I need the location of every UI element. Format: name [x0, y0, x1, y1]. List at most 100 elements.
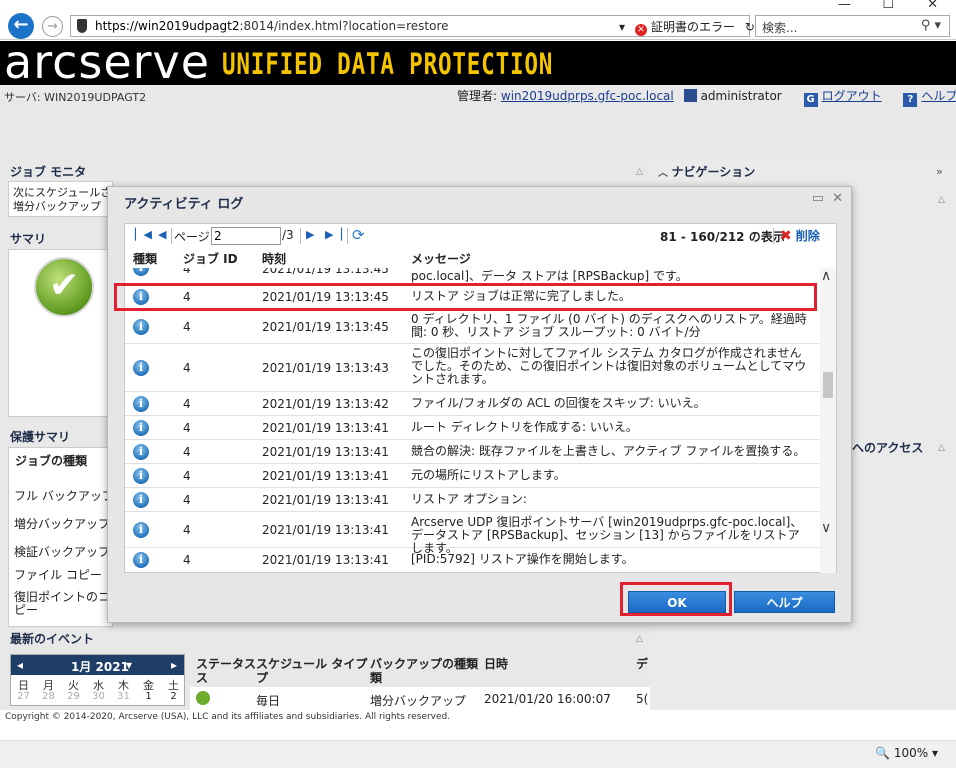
info-icon: i	[133, 444, 149, 460]
help-link[interactable]: ヘルプ	[921, 89, 956, 103]
next-month-button[interactable]: ▸	[171, 658, 177, 672]
info-icon: i	[133, 420, 149, 436]
logout-icon[interactable]: G	[803, 93, 818, 107]
delete-button[interactable]: ✖ 削除	[780, 227, 820, 244]
event-col-type: バックアップの種類	[370, 657, 479, 671]
logo: arcserve	[4, 41, 211, 85]
close-icon[interactable]: ✕	[832, 191, 843, 206]
table-row[interactable]: i 4 2021/01/19 13:13:41 ルート ディレクトリを作成する:…	[125, 416, 819, 440]
url-host: https://win2019udpagt2	[95, 19, 240, 33]
event-row[interactable]: 毎日 増分バックアップ 2021/01/20 16:00:07 5(	[190, 687, 650, 710]
expand-icon[interactable]: »	[936, 165, 943, 178]
highlight-ok-button	[620, 582, 732, 616]
zoom-icon: 🔍	[875, 746, 891, 760]
job-type-verify: 検証バックアップ	[14, 545, 111, 559]
page-total: /3	[282, 228, 294, 242]
table-row[interactable]: i 4 2021/01/19 13:13:45 poc.local]、データ ス…	[125, 268, 819, 284]
minimize-button[interactable]: —	[838, 0, 851, 12]
info-icon: i	[133, 468, 149, 484]
dropdown-arrow-icon[interactable]: ▾	[619, 20, 625, 34]
delete-icon: ✖	[780, 228, 792, 244]
record-range: 81 - 160/212 の表示	[660, 230, 785, 244]
job-type-full: フル バックアップ	[14, 489, 114, 503]
event-col-schedule: スケジュール タイプ	[256, 657, 368, 671]
certificate-error[interactable]: ▾ ✕ 証明書のエラー ↻	[619, 18, 755, 36]
refresh-icon[interactable]: ⟳	[352, 226, 365, 244]
summary-heading: サマリ	[10, 232, 47, 246]
maximize-icon[interactable]: ▭	[812, 191, 824, 206]
pager-toolbar: ▏◀ ◀ ページ /3 ▶ ▶▕ ⟳ 81 - 160/212 の表示 ✖削除	[125, 224, 836, 248]
scroll-up-icon[interactable]: ∧	[821, 268, 831, 284]
col-time[interactable]: 時刻	[262, 250, 286, 267]
collapse-icon[interactable]: △	[938, 195, 945, 205]
table-row[interactable]: i 4 2021/01/19 13:13:41 リストア オプション:	[125, 488, 819, 512]
url-field[interactable]: https://win2019udpagt2:8014/index.html?l…	[70, 15, 755, 37]
first-page-icon[interactable]: ▏◀	[135, 228, 152, 241]
search-input[interactable]: 検索... ⚲ ▾	[755, 15, 950, 37]
collapse-icon[interactable]: △	[636, 634, 643, 644]
table-row[interactable]: i 4 2021/01/19 13:13:45 0 ディレクトリ、1 ファイル …	[125, 310, 819, 344]
collapse-icon[interactable]: △	[636, 167, 643, 177]
col-type[interactable]: 種類	[133, 250, 157, 267]
success-icon	[196, 691, 210, 705]
calendar: ◂ 1月 2021 ▾ ▸ 日月火水木金土 27 28 29 30 31 1 2	[10, 654, 185, 706]
access-heading: へのアクセス	[852, 441, 924, 455]
vertical-scrollbar[interactable]: ∧ ∨	[820, 268, 836, 573]
table-row[interactable]: i 4 2021/01/19 13:13:42 ファイル/フォルダの ACL の…	[125, 392, 819, 416]
status-bar: 🔍 100% ▾	[0, 740, 956, 768]
app-header: サーバ: WIN2019UDPAGT2 管理者: win2019udprps.g…	[0, 85, 956, 157]
info-icon: i	[133, 552, 149, 568]
success-check-icon: ✔	[34, 257, 94, 317]
page-label: ページ	[174, 230, 210, 244]
month-dropdown-icon[interactable]: ▾	[126, 658, 132, 672]
prev-month-button[interactable]: ◂	[17, 658, 23, 672]
calendar-month[interactable]: 1月 2021	[71, 658, 129, 675]
search-icon[interactable]: ⚲ ▾	[921, 18, 941, 33]
col-message[interactable]: メッセージ	[411, 250, 471, 267]
server-label: サーバ: WIN2019UDPAGT2	[4, 91, 147, 104]
log-rows: i 4 2021/01/19 13:13:45 poc.local]、データ ス…	[125, 268, 819, 573]
column-headers: 種類 ジョブ ID 時刻 メッセージ	[125, 248, 836, 268]
scroll-down-icon[interactable]: ∨	[821, 520, 831, 536]
admin-user: administrator	[700, 89, 782, 103]
admin-host-link[interactable]: win2019udprps.gfc-poc.local	[501, 89, 674, 103]
help-button[interactable]: ヘルプ	[734, 591, 835, 613]
table-row[interactable]: i 4 2021/01/19 13:13:43 この復旧ポイントに対してファイル…	[125, 344, 819, 392]
next-schedule-box: 次にスケジュールさ 増分バックアップ	[8, 181, 113, 217]
app-banner: arcserve UNIFIED DATA PROTECTION	[0, 41, 956, 85]
info-icon: i	[133, 360, 149, 376]
highlight-success-row	[114, 283, 817, 311]
shield-icon	[77, 19, 87, 33]
calendar-week[interactable]: 27 28 29 30 31 1 2	[11, 691, 186, 705]
recent-events-heading: 最新のイベント	[10, 632, 95, 646]
job-monitor-heading: ジョブ モニタ	[10, 165, 87, 179]
table-row[interactable]: i 4 2021/01/19 13:13:41 [PID:5792] リストア操…	[125, 548, 819, 572]
table-row[interactable]: i 4 2021/01/19 13:13:41 Arcserve UDP 復旧ポ…	[125, 512, 819, 555]
job-type-file-copy: ファイル コピー	[14, 568, 102, 582]
collapse-icon[interactable]: ︿	[658, 168, 671, 179]
log-grid: ▏◀ ◀ ページ /3 ▶ ▶▕ ⟳ 81 - 160/212 の表示 ✖削除 …	[124, 223, 837, 573]
collapse-icon[interactable]: △	[938, 443, 945, 453]
zoom-control[interactable]: 🔍 100% ▾	[875, 746, 938, 760]
col-job-id[interactable]: ジョブ ID	[183, 250, 238, 267]
table-row[interactable]: i 4 2021/01/19 13:13:41 競合の解決: 既存ファイルを上書…	[125, 440, 819, 464]
scroll-thumb[interactable]	[823, 372, 833, 398]
info-icon: i	[133, 396, 149, 412]
logout-link[interactable]: ログアウト	[822, 89, 882, 103]
table-row[interactable]: i 4 2021/01/19 13:13:41 元の場所にリストアします。	[125, 464, 819, 488]
page-number-input[interactable]	[211, 227, 281, 245]
last-page-icon[interactable]: ▶▕	[325, 228, 342, 241]
activity-log-dialog: アクティビティ ログ ▭ ✕ ▏◀ ◀ ページ /3 ▶ ▶▕ ⟳ 81 - 16…	[107, 186, 852, 623]
prev-page-icon[interactable]: ◀	[158, 228, 166, 241]
close-window-button[interactable]: ✕	[927, 0, 938, 12]
info-icon: i	[133, 268, 149, 276]
refresh-icon[interactable]: ↻	[745, 20, 755, 34]
help-icon[interactable]: ?	[903, 93, 918, 107]
maximize-button[interactable]: ☐	[882, 0, 894, 12]
protection-summary-heading: 保護サマリ	[10, 430, 71, 444]
forward-button[interactable]: →	[42, 16, 63, 37]
info-icon: i	[133, 492, 149, 508]
back-button[interactable]: ←	[8, 13, 34, 39]
admin-area: 管理者: win2019udprps.gfc-poc.local adminis…	[457, 89, 956, 107]
next-page-icon[interactable]: ▶	[306, 228, 314, 241]
